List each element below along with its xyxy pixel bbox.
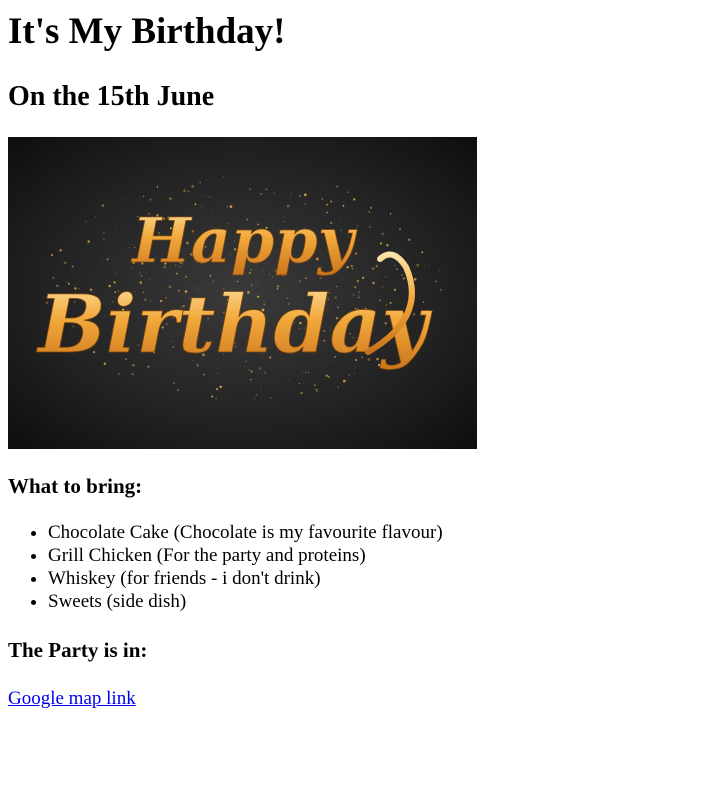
bring-heading: What to bring: [8, 474, 143, 498]
list-item: Chocolate Cake (Chocolate is my favourit… [48, 521, 703, 544]
page-subtitle: On the 15th June [8, 81, 215, 112]
list-item: Sweets (side dish) [48, 590, 703, 613]
birthday-banner-image: Happy Birthday [8, 137, 477, 449]
page-title: It's My Birthday! [8, 11, 286, 52]
google-map-link[interactable]: Google map link [8, 687, 136, 710]
list-item: Whiskey (for friends - i don't drink) [48, 567, 703, 590]
bring-list: Chocolate Cake (Chocolate is my favourit… [8, 521, 703, 613]
party-heading: The Party is in: [8, 638, 148, 662]
banner-birthday-text: Birthday [36, 277, 433, 371]
list-item: Grill Chicken (For the party and protein… [48, 544, 703, 567]
banner-happy-text: Happy [130, 204, 357, 277]
